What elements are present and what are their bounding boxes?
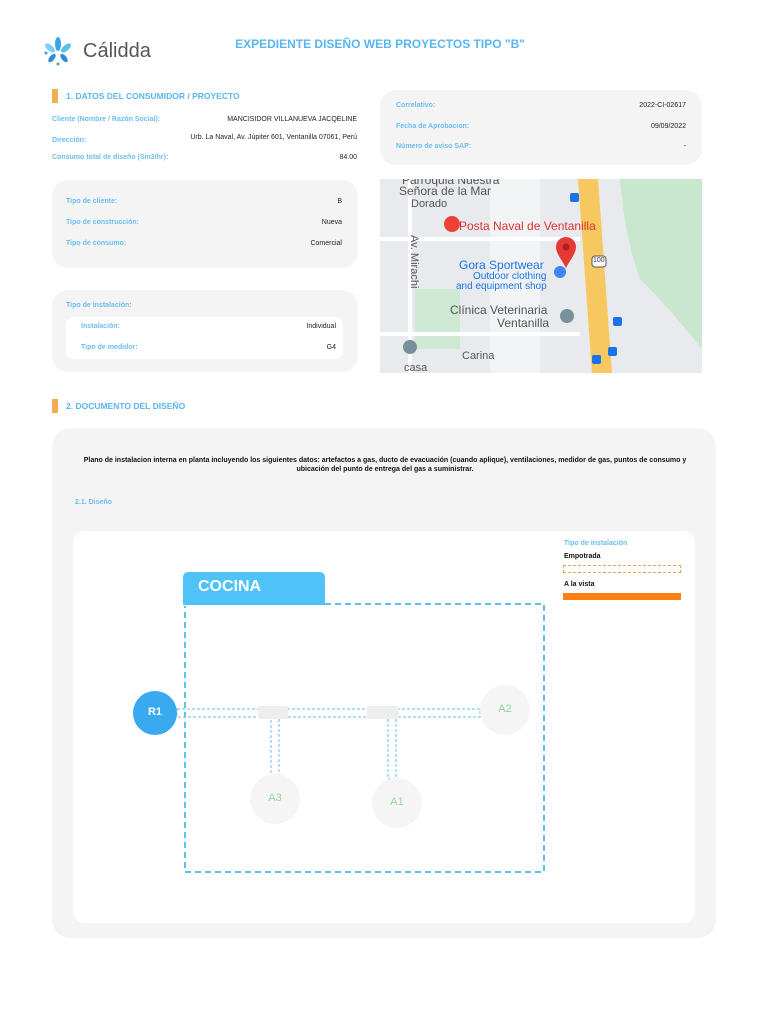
tee-fitting — [258, 706, 288, 719]
embedded-pipes — [176, 708, 481, 780]
appliance-a2-label: A2 — [498, 703, 512, 715]
appliance-a3-label: A3 — [268, 792, 282, 804]
room-wall — [184, 603, 545, 873]
tee-fitting — [367, 706, 399, 719]
regulator-label: R1 — [147, 706, 163, 718]
appliance-a1-label: A1 — [390, 796, 404, 808]
plan-drawing — [133, 603, 545, 873]
